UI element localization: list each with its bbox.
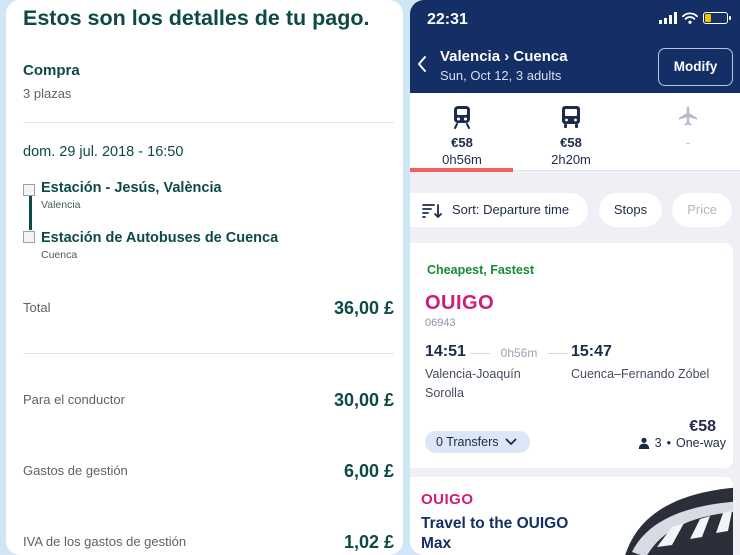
train-icon — [454, 106, 470, 129]
trip-meta: 3 • One-way — [638, 436, 726, 450]
train-price: €58 — [451, 135, 473, 150]
filter-bar: Sort: Departure time Stops Price — [410, 193, 740, 227]
app-header: 22:31 Valencia › Cuenca Sun, Oct 12, 3 a… — [410, 0, 740, 93]
promo-headline: Travel to the OUIGO Max — [421, 515, 569, 552]
origin-city: Valencia — [41, 199, 81, 211]
origin-station: Estación - Jesús, València — [41, 180, 222, 196]
train-number: 06943 — [425, 317, 456, 329]
separator-dot: • — [666, 436, 671, 450]
transfers-label: 0 Transfers — [436, 435, 499, 449]
driver-label: Para el conductor — [23, 392, 125, 407]
cheapest-fastest-badge: Cheapest, Fastest — [427, 263, 534, 277]
passenger-count: 3 — [654, 436, 662, 450]
arrival-time: 15:47 — [571, 343, 612, 360]
active-tab-indicator — [410, 168, 513, 172]
divider — [23, 122, 394, 123]
vat-value: 1,02 £ — [343, 532, 394, 552]
seat-count: 3 plazas — [23, 86, 72, 101]
result-card[interactable]: Cheapest, Fastest OUIGO 06943 14:51 0h56… — [410, 243, 733, 468]
receipt-title: Estos son los detalles de tu pago. — [23, 6, 370, 30]
route-title: Valencia › Cuenca — [440, 48, 568, 65]
departure-station: Valencia-Joaquín Sorolla — [425, 367, 521, 400]
travel-app-screen: 22:31 Valencia › Cuenca Sun, Oct 12, 3 a… — [410, 0, 740, 555]
modify-button[interactable]: Modify — [658, 48, 733, 86]
total-value: 36,00 £ — [333, 298, 394, 318]
trip-summary: Sun, Oct 12, 3 adults — [440, 68, 562, 83]
tab-plane[interactable]: - — [636, 93, 740, 171]
departure-time: 14:51 — [425, 343, 466, 360]
promo-banner[interactable]: OUIGO Travel to the OUIGO Max — [410, 477, 733, 555]
price-filter-button[interactable]: Price — [672, 193, 732, 227]
transfers-dropdown[interactable]: 0 Transfers — [425, 431, 530, 453]
plane-price: - — [685, 135, 691, 150]
tab-bus[interactable]: €58 2h20m — [519, 93, 623, 171]
result-price: €58 — [689, 418, 716, 435]
destination-station: Estación de Autobuses de Cuenca — [41, 230, 279, 246]
divider — [23, 353, 394, 354]
operator-logo: OUIGO — [425, 292, 495, 314]
plane-icon — [678, 106, 698, 126]
signal-icon — [659, 12, 677, 24]
driver-value: 30,00 £ — [333, 390, 394, 410]
route-line — [29, 196, 32, 230]
vat-label: IVA de los gastos de gestión — [23, 534, 187, 549]
broken-image-icon — [23, 231, 35, 243]
status-time: 22:31 — [427, 11, 468, 28]
train-photo — [602, 477, 733, 555]
trip-datetime: dom. 29 jul. 2018 - 16:50 — [23, 144, 184, 160]
status-icons — [659, 12, 731, 24]
purchase-heading: Compra — [23, 62, 80, 79]
journey-duration: 0h56m — [470, 346, 568, 360]
promo-operator-logo: OUIGO — [421, 491, 474, 508]
bus-duration: 2h20m — [551, 152, 591, 167]
sort-label: Sort: Departure time — [452, 202, 570, 217]
back-chevron-icon[interactable] — [416, 55, 428, 77]
bus-icon — [562, 106, 580, 128]
battery-icon — [703, 12, 731, 24]
fees-value: 6,00 £ — [343, 461, 394, 481]
train-duration: 0h56m — [442, 152, 482, 167]
destination-city: Cuenca — [41, 249, 78, 261]
total-label: Total — [23, 300, 51, 315]
payment-receipt-panel: Estos son los detalles de tu pago. Compr… — [6, 0, 403, 555]
chevron-down-icon — [505, 438, 517, 445]
tab-train[interactable]: €58 0h56m — [410, 93, 514, 171]
sort-icon — [422, 204, 442, 218]
bus-price: €58 — [560, 135, 582, 150]
person-icon — [638, 437, 649, 449]
fees-label: Gastos de gestión — [23, 463, 128, 478]
wifi-icon — [682, 12, 698, 24]
arrival-station: Cuenca–Fernando Zóbel — [571, 367, 710, 381]
sort-button[interactable]: Sort: Departure time — [410, 193, 588, 227]
broken-image-icon — [23, 184, 35, 196]
trip-type: One-way — [675, 436, 726, 450]
transport-mode-tabs: €58 0h56m €58 2h20m - — [410, 93, 740, 172]
stops-filter-button[interactable]: Stops — [599, 193, 662, 227]
